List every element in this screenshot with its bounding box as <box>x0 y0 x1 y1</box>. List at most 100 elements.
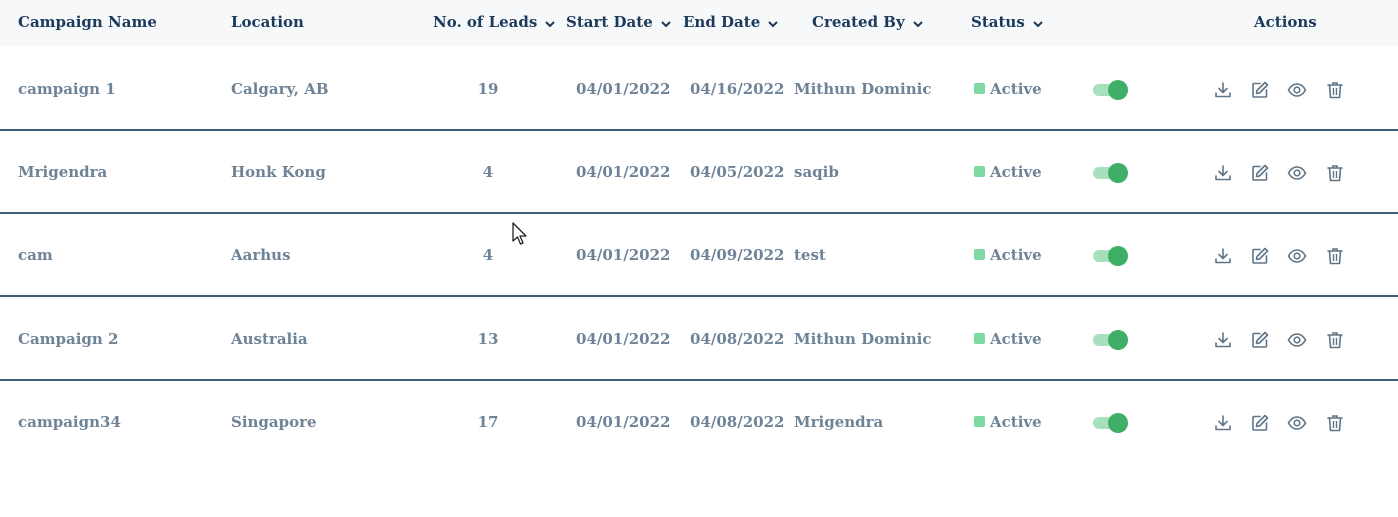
status-cell: Active <box>974 413 1042 431</box>
created-by-cell: Mithun Dominic <box>794 330 932 348</box>
table-row: cam Aarhus 4 04/01/2022 04/09/2022 test Active <box>0 215 1398 297</box>
location-cell: Australia <box>231 330 308 348</box>
end-date-cell: 04/08/2022 <box>690 330 785 348</box>
status-dot-icon <box>974 249 985 260</box>
trash-icon[interactable] <box>1325 330 1347 352</box>
leads-cell: 19 <box>477 80 499 98</box>
table-header: Campaign Name Location No. of Leads Star… <box>0 0 1398 46</box>
active-toggle[interactable] <box>1093 163 1128 183</box>
location-cell: Honk Kong <box>231 163 326 181</box>
campaign-name-cell: campaign34 <box>18 413 121 431</box>
column-header-start-date-label: Start Date <box>566 13 653 31</box>
start-date-cell: 04/01/2022 <box>576 80 671 98</box>
leads-cell: 13 <box>477 330 499 348</box>
active-toggle[interactable] <box>1093 413 1128 433</box>
campaign-name-cell: campaign 1 <box>18 80 116 98</box>
column-header-created-by[interactable]: Created By <box>812 13 923 32</box>
table-row: Campaign 2 Australia 13 04/01/2022 04/08/202… <box>0 299 1398 381</box>
column-header-end-date-label: End Date <box>683 13 761 31</box>
status-cell: Active <box>974 80 1042 98</box>
column-header-status-label: Status <box>971 13 1025 31</box>
trash-icon[interactable] <box>1325 246 1347 268</box>
location-cell: Singapore <box>231 413 317 431</box>
status-cell: Active <box>974 330 1042 348</box>
trash-icon[interactable] <box>1325 163 1347 185</box>
download-icon[interactable] <box>1213 413 1235 435</box>
status-label: Active <box>990 163 1042 181</box>
eye-icon[interactable] <box>1287 163 1309 185</box>
leads-cell: 4 <box>482 163 494 181</box>
end-date-cell: 04/16/2022 <box>690 80 785 98</box>
table-row: Mrigendra Honk Kong 4 04/01/2022 04/05/2022 s… <box>0 132 1398 214</box>
download-icon[interactable] <box>1213 246 1235 268</box>
download-icon[interactable] <box>1213 330 1235 352</box>
chevron-down-icon[interactable] <box>768 14 778 32</box>
eye-icon[interactable] <box>1287 246 1309 268</box>
eye-icon[interactable] <box>1287 80 1309 102</box>
toggle-knob <box>1108 413 1128 433</box>
location-cell: Aarhus <box>231 246 291 264</box>
column-header-start-date[interactable]: Start Date <box>566 13 671 32</box>
column-header-end-date[interactable]: End Date <box>683 13 778 32</box>
campaign-name-cell: Campaign 2 <box>18 330 119 348</box>
trash-icon[interactable] <box>1325 80 1347 102</box>
chevron-down-icon[interactable] <box>1033 14 1043 32</box>
leads-cell: 4 <box>482 246 494 264</box>
toggle-knob <box>1108 330 1128 350</box>
edit-icon[interactable] <box>1250 413 1272 435</box>
column-header-created-by-label: Created By <box>812 13 905 31</box>
created-by-cell: test <box>794 246 826 264</box>
status-dot-icon <box>974 83 985 94</box>
mouse-cursor-icon <box>512 222 528 246</box>
edit-icon[interactable] <box>1250 246 1272 268</box>
toggle-knob <box>1108 163 1128 183</box>
leads-cell: 17 <box>477 413 499 431</box>
status-label: Active <box>990 246 1042 264</box>
column-header-leads[interactable]: No. of Leads <box>433 13 556 32</box>
table-row: campaign 1 Calgary, AB 19 04/01/2022 04/16/2… <box>0 49 1398 131</box>
status-cell: Active <box>974 163 1042 181</box>
eye-icon[interactable] <box>1287 330 1309 352</box>
end-date-cell: 04/05/2022 <box>690 163 785 181</box>
chevron-down-icon[interactable] <box>912 14 923 32</box>
chevron-down-icon[interactable] <box>661 14 671 32</box>
column-header-location: Location <box>231 13 304 31</box>
active-toggle[interactable] <box>1093 246 1128 266</box>
campaign-name-cell: Mrigendra <box>18 163 108 181</box>
column-header-campaign-name: Campaign Name <box>18 13 157 31</box>
location-cell: Calgary, AB <box>231 80 329 98</box>
column-header-actions: Actions <box>1254 13 1317 31</box>
status-label: Active <box>990 80 1042 98</box>
download-icon[interactable] <box>1213 163 1235 185</box>
campaign-name-cell: cam <box>18 246 53 264</box>
chevron-down-icon[interactable] <box>545 14 556 32</box>
status-dot-icon <box>974 333 985 344</box>
edit-icon[interactable] <box>1250 80 1272 102</box>
status-cell: Active <box>974 246 1042 264</box>
start-date-cell: 04/01/2022 <box>576 163 671 181</box>
start-date-cell: 04/01/2022 <box>576 246 671 264</box>
trash-icon[interactable] <box>1325 413 1347 435</box>
end-date-cell: 04/08/2022 <box>690 413 785 431</box>
column-header-leads-label: No. of Leads <box>433 13 538 31</box>
created-by-cell: Mrigendra <box>794 413 884 431</box>
created-by-cell: Mithun Dominic <box>794 80 932 98</box>
status-dot-icon <box>974 166 985 177</box>
edit-icon[interactable] <box>1250 330 1272 352</box>
end-date-cell: 04/09/2022 <box>690 246 785 264</box>
toggle-knob <box>1108 80 1128 100</box>
edit-icon[interactable] <box>1250 163 1272 185</box>
status-label: Active <box>990 413 1042 431</box>
table-row: campaign34 Singapore 17 04/01/2022 04/08/202… <box>0 382 1398 464</box>
toggle-knob <box>1108 246 1128 266</box>
start-date-cell: 04/01/2022 <box>576 330 671 348</box>
start-date-cell: 04/01/2022 <box>576 413 671 431</box>
created-by-cell: saqib <box>794 163 839 181</box>
active-toggle[interactable] <box>1093 330 1128 350</box>
column-header-status[interactable]: Status <box>971 13 1043 32</box>
download-icon[interactable] <box>1213 80 1235 102</box>
active-toggle[interactable] <box>1093 80 1128 100</box>
status-label: Active <box>990 330 1042 348</box>
status-dot-icon <box>974 416 985 427</box>
eye-icon[interactable] <box>1287 413 1309 435</box>
